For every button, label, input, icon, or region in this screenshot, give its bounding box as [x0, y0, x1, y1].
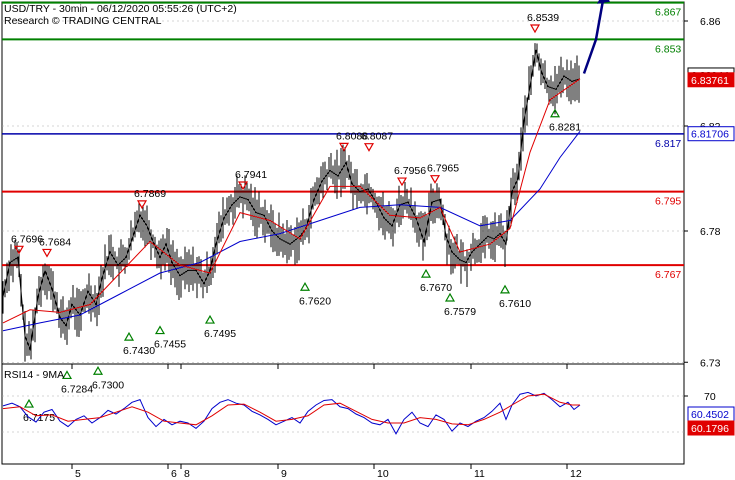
marker-high-label: 6.7684	[39, 236, 71, 248]
marker-low-label: 6.7300	[92, 379, 124, 391]
marker-low-label: 6.8281	[549, 122, 581, 134]
level-label: 6.817	[655, 138, 681, 150]
price-badge-label: 6.83761	[691, 75, 729, 87]
rsi-badge-label: 60.1796	[691, 423, 729, 435]
level-label: 6.767	[655, 269, 681, 281]
x-tick-label: 9	[281, 468, 287, 480]
marker-low-label: 6.7579	[444, 306, 476, 318]
marker-high-label: 6.8539	[527, 12, 559, 24]
marker-high-label: 6.7956	[394, 165, 426, 177]
price-badge-label: 6.81706	[691, 129, 729, 141]
x-tick-label: 6	[171, 468, 177, 480]
marker-low-label: 6.7455	[154, 339, 186, 351]
x-tick-label: 11	[474, 468, 485, 480]
level-label: 6.867	[655, 7, 681, 19]
chart-source: Research © TRADING CENTRAL	[4, 15, 162, 27]
marker-low-label: 6.7610	[499, 298, 531, 310]
marker-high-label: 6.7941	[235, 169, 267, 181]
marker-low-label: 6.7620	[299, 295, 331, 307]
marker-low-label: 6.7430	[123, 345, 155, 357]
marker-low-label: 6.7495	[204, 328, 236, 340]
x-tick-label: 12	[570, 468, 582, 480]
chart-root: 6.736.786.826.86 6.8676.8536.8176.7956.7…	[1, 0, 735, 480]
marker-high-label: 6.7869	[134, 188, 166, 200]
marker-high-label: 6.8087	[361, 131, 393, 143]
price-tick-label: 6.78	[700, 226, 721, 238]
rsi-tick-label: 70	[704, 391, 716, 403]
price-tick-label: 6.73	[700, 357, 721, 369]
price-tick-label: 6.86	[700, 16, 721, 28]
rsi-title: RSI14 - 9MA	[4, 369, 64, 381]
x-tick-label: 5	[75, 468, 81, 480]
level-label: 6.795	[655, 196, 681, 208]
x-tick-label: 10	[377, 468, 389, 480]
rsi-badge-label: 60.4502	[691, 409, 729, 421]
marker-high-label: 6.7965	[427, 163, 459, 175]
marker-low-label: 6.7670	[420, 282, 452, 294]
marker-low-label: 6.7284	[61, 383, 93, 395]
chart-title: USD/TRY - 30min - 06/12/2020 05:55:26 (U…	[4, 3, 237, 15]
price-badges: 6.839446.837616.81706	[687, 67, 735, 142]
x-tick-label: 8	[184, 468, 190, 480]
level-label: 6.853	[655, 43, 681, 55]
